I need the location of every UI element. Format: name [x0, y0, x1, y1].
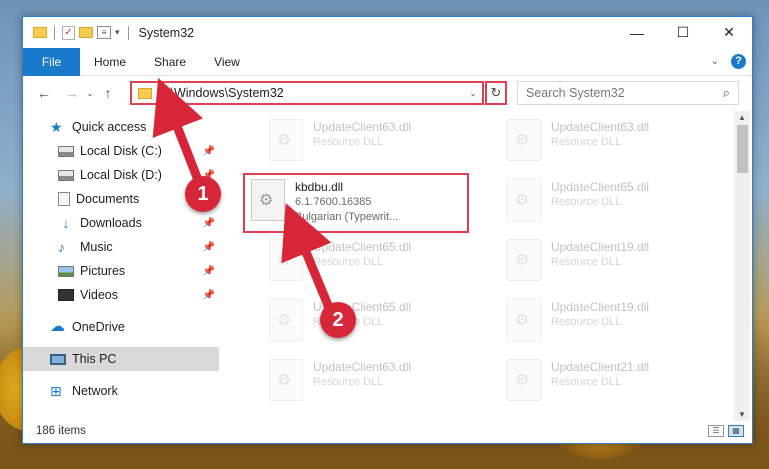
toolbar-separator [54, 25, 55, 40]
ribbon-tabs: File Home Share View ⌄ ? [23, 47, 752, 76]
address-bar[interactable]: C:\Windows\System32 ⌄ [130, 81, 484, 105]
file-description: Bulgarian (Typewrit... [295, 211, 399, 223]
title-separator [127, 25, 129, 40]
folder-icon [33, 27, 47, 38]
list-item[interactable]: UpdateClient63.dllResource DLL [269, 359, 499, 407]
chevron-down-icon[interactable]: ⌄ [464, 88, 482, 99]
sidebar-item-network[interactable]: ⊞ Network [23, 379, 219, 403]
sidebar-item-quick-access[interactable]: ★ Quick access [23, 115, 219, 139]
window-controls: — ☐ ✕ [614, 17, 752, 48]
up-button[interactable]: ↑ [97, 85, 119, 101]
navigation-bar: ← → ⌄ ↑ C:\Windows\System32 ⌄ ↻ Search S… [23, 76, 752, 110]
details-view-icon[interactable]: ☰ [708, 425, 724, 437]
expand-ribbon-icon[interactable]: ⌄ [711, 56, 719, 67]
scrollbar-thumb[interactable] [737, 125, 748, 173]
item-count: 186 items [36, 425, 86, 437]
this-pc-icon [50, 353, 66, 365]
properties-check-icon[interactable]: ✓ [62, 25, 75, 40]
scroll-down-icon[interactable]: ▼ [734, 410, 750, 419]
help-icon[interactable]: ? [731, 54, 746, 69]
chevron-down-icon[interactable]: ▾ [115, 27, 120, 38]
navigation-pane: ★ Quick access Local Disk (C:) 📌 Local D… [23, 111, 219, 417]
sidebar-item-onedrive[interactable]: ☁ OneDrive [23, 315, 219, 339]
sidebar-item-this-pc[interactable]: This PC [23, 347, 219, 371]
step-2-badge: 2 [320, 302, 356, 338]
view-switcher: ☰ ▦ [708, 425, 744, 437]
file-name: kbdbu.dll [295, 180, 344, 194]
list-item[interactable]: UpdateClient21.dllResource DLL [507, 359, 735, 407]
close-button[interactable]: ✕ [706, 17, 752, 48]
list-item[interactable]: UpdateClient65.dllResource DLL [507, 179, 735, 227]
address-path[interactable]: C:\Windows\System32 [158, 86, 464, 100]
star-icon: ★ [50, 119, 63, 135]
pin-icon: 📌 [202, 265, 215, 277]
highlighted-file-tile[interactable]: kbdbu.dll 6.1.7600.16385 Bulgarian (Type… [243, 173, 469, 233]
new-folder-icon[interactable] [79, 27, 93, 38]
list-item-kbdbu[interactable]: kbdbu.dll 6.1.7600.16385 Bulgarian (Type… [251, 179, 481, 227]
sidebar-item-downloads[interactable]: ↓ Downloads 📌 [23, 211, 219, 235]
dll-file-icon [269, 299, 303, 341]
dll-file-icon [507, 119, 541, 161]
dll-file-icon [269, 119, 303, 161]
list-item[interactable]: UpdateClient63.dllResource DLL [507, 119, 735, 167]
disk-icon [58, 145, 74, 157]
documents-icon [58, 192, 70, 206]
list-item[interactable]: UpdateClient65.dllResource DLL [269, 239, 499, 287]
sidebar-item-local-disk-c[interactable]: Local Disk (C:) 📌 [23, 139, 219, 163]
dll-file-icon [507, 359, 541, 401]
list-item[interactable]: UpdateClient65.dllResource DLL [269, 299, 499, 347]
dll-file-icon [507, 179, 541, 221]
music-icon: ♪ [58, 239, 65, 255]
folder-icon [138, 87, 152, 99]
quick-access-toolbar: ✓ ≡ ▾ [33, 25, 120, 40]
list-item[interactable]: UpdateClient19.dllResource DLL [507, 239, 735, 287]
window-title: System32 [138, 25, 195, 40]
sidebar-item-pictures[interactable]: Pictures 📌 [23, 259, 219, 283]
pictures-icon [58, 265, 74, 277]
status-bar: 186 items ☰ ▦ [23, 419, 752, 443]
tab-home[interactable]: Home [80, 55, 140, 69]
step-1-badge: 1 [185, 176, 221, 212]
recent-locations-button[interactable]: ⌄ [83, 89, 97, 98]
disk-icon [58, 169, 74, 181]
maximize-button[interactable]: ☐ [660, 17, 706, 48]
file-version: 6.1.7600.16385 [295, 196, 372, 208]
dll-file-icon [269, 239, 303, 281]
search-icon[interactable]: ⌕ [723, 85, 730, 101]
tiles-view-icon[interactable]: ▦ [728, 425, 744, 437]
sidebar-item-videos[interactable]: Videos 📌 [23, 283, 219, 307]
search-input[interactable]: Search System32 ⌕ [517, 81, 739, 105]
videos-icon [58, 289, 74, 301]
list-item[interactable]: UpdateClient63.dllResource DLL [269, 119, 499, 167]
scroll-up-icon[interactable]: ▲ [734, 113, 750, 122]
forward-button[interactable]: → [61, 85, 83, 101]
tab-file[interactable]: File [23, 47, 80, 76]
title-bar: ✓ ≡ ▾ System32 — ☐ ✕ [23, 17, 752, 48]
dll-file-icon [507, 239, 541, 281]
downloads-icon: ↓ [62, 215, 70, 231]
pin-icon: 📌 [202, 241, 215, 253]
customize-toolbar-icon[interactable]: ≡ [97, 26, 111, 39]
file-list: UpdateClient63.dllResource DLL UpdateCli… [235, 111, 735, 417]
refresh-button[interactable]: ↻ [485, 81, 507, 105]
dll-file-icon [507, 299, 541, 341]
pin-icon: 📌 [202, 145, 215, 157]
back-button[interactable]: ← [33, 85, 55, 101]
tab-share[interactable]: Share [140, 55, 200, 69]
sidebar-item-music[interactable]: ♪ Music 📌 [23, 235, 219, 259]
onedrive-icon: ☁ [50, 318, 65, 335]
minimize-button[interactable]: — [614, 17, 660, 48]
search-placeholder: Search System32 [526, 86, 625, 100]
network-icon: ⊞ [50, 383, 62, 399]
list-item[interactable]: UpdateClient19.dllResource DLL [507, 299, 735, 347]
tab-view[interactable]: View [200, 55, 254, 69]
dll-file-icon [269, 359, 303, 401]
dll-file-icon [251, 179, 285, 221]
pin-icon: 📌 [202, 217, 215, 229]
vertical-scrollbar[interactable]: ▲ ▼ [734, 111, 750, 421]
pin-icon: 📌 [202, 289, 215, 301]
